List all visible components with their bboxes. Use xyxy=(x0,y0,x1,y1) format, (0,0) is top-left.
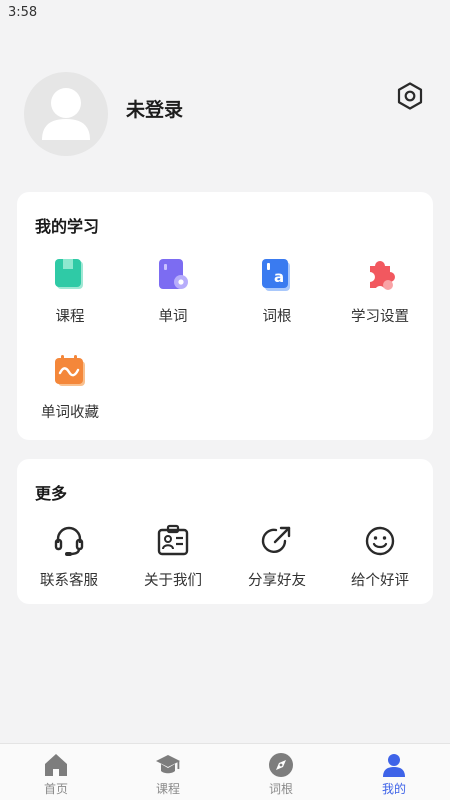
graduation-cap-icon xyxy=(156,755,180,774)
user-icon xyxy=(383,754,405,777)
home-icon xyxy=(45,754,67,776)
more-item-about-us[interactable]: 关于我们 xyxy=(121,524,225,594)
more-title: 更多 xyxy=(35,484,68,503)
study-item-roots[interactable]: a 词根 xyxy=(225,258,329,336)
status-time: 3:58 xyxy=(8,5,38,20)
compass-icon xyxy=(269,753,293,777)
id-card-icon xyxy=(157,524,189,556)
nav-tab-home[interactable]: 首页 xyxy=(0,744,112,800)
nav-tab-label: 词根 xyxy=(268,782,293,796)
user-silhouette-icon xyxy=(42,88,90,140)
status-bar: 3:58 xyxy=(0,0,450,26)
more-item-label: 分享好友 xyxy=(248,573,306,589)
letter-a-icon: a xyxy=(262,259,290,291)
study-item-label: 课程 xyxy=(55,309,85,325)
more-item-rate-us[interactable]: 给个好评 xyxy=(328,524,432,594)
word-card-icon xyxy=(159,259,188,289)
puzzle-icon xyxy=(370,261,395,290)
more-item-label: 关于我们 xyxy=(144,573,202,589)
study-item-courses[interactable]: 课程 xyxy=(18,258,122,336)
hexagon-gear-icon xyxy=(397,82,423,110)
more-item-share[interactable]: 分享好友 xyxy=(225,524,329,594)
calendar-wave-icon xyxy=(55,355,85,386)
svg-text:a: a xyxy=(274,268,284,286)
book-icon xyxy=(55,259,83,289)
avatar[interactable] xyxy=(24,72,108,156)
my-study-card: 我的学习 课程 单词 a 词根 学习设置 单词收藏 xyxy=(17,192,433,440)
more-item-label: 给个好评 xyxy=(351,573,409,589)
study-item-words[interactable]: 单词 xyxy=(121,258,225,336)
more-item-customer-service[interactable]: 联系客服 xyxy=(17,524,121,594)
nav-tab-roots[interactable]: 词根 xyxy=(225,744,337,800)
bottom-navigation: 首页 课程 词根 我的 xyxy=(0,743,450,800)
my-study-title: 我的学习 xyxy=(35,217,100,236)
nav-tab-label: 课程 xyxy=(155,782,180,796)
study-item-label: 单词收藏 xyxy=(41,405,99,421)
more-item-label: 联系客服 xyxy=(40,573,98,589)
share-icon xyxy=(261,526,291,553)
profile-header: 未登录 xyxy=(24,72,426,158)
nav-tab-label: 我的 xyxy=(381,782,406,796)
nav-tab-mine[interactable]: 我的 xyxy=(338,744,450,800)
more-card: 更多 联系客服 关于我们 分享好友 给个好评 xyxy=(17,459,433,604)
headset-icon xyxy=(54,526,84,556)
settings-button[interactable] xyxy=(394,80,426,112)
study-item-label: 单词 xyxy=(158,309,188,325)
login-status-label[interactable]: 未登录 xyxy=(126,95,183,122)
study-item-favorites[interactable]: 单词收藏 xyxy=(18,354,122,432)
nav-tab-label: 首页 xyxy=(43,782,68,796)
study-item-settings[interactable]: 学习设置 xyxy=(328,258,432,336)
nav-tab-courses[interactable]: 课程 xyxy=(112,744,224,800)
smile-icon xyxy=(365,526,395,556)
study-item-label: 学习设置 xyxy=(351,309,409,325)
study-item-label: 词根 xyxy=(262,309,292,325)
